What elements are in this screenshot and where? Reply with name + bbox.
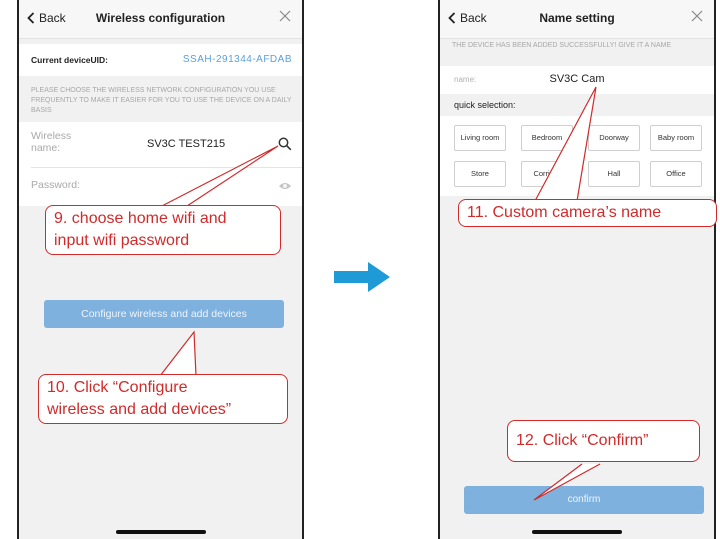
chip-office[interactable]: Office (650, 161, 702, 187)
callout-step-12: 12. Click “Confirm” (507, 420, 700, 462)
configure-wireless-button[interactable]: Configure wireless and add devices (44, 300, 284, 328)
uid-value: SSAH-291344-AFDAB (182, 54, 292, 65)
chip-baby-room[interactable]: Baby room (650, 125, 702, 151)
device-name-row: name: SV3C Cam (440, 66, 714, 94)
callout-step-10: 10. Click “Configure wireless and add de… (38, 374, 288, 424)
page-title: Name setting (539, 11, 615, 25)
search-icon[interactable] (278, 137, 292, 151)
eye-icon[interactable] (278, 181, 292, 191)
device-name-input[interactable]: SV3C Cam (440, 73, 714, 85)
chip-store[interactable]: Store (454, 161, 506, 187)
wireless-name-label: Wireless name: (31, 130, 72, 154)
chip-living-room[interactable]: Living room (454, 125, 506, 151)
added-success-message: THE DEVICE HAS BEEN ADDED SUCCESSFULLY! … (452, 42, 672, 49)
password-label: Password: (31, 179, 81, 191)
quick-selection-label: quick selection: (454, 100, 516, 110)
chip-bedroom[interactable]: Bedroom (521, 125, 573, 151)
wireless-hint-text: PLEASE CHOOSE THE WIRELESS NETWORK CONFI… (31, 87, 292, 114)
wireless-configuration-screen: Back Wireless configuration Current devi… (17, 0, 304, 539)
uid-label: Current deviceUID: (31, 55, 108, 65)
divider (31, 167, 302, 168)
arrow-right-icon (334, 262, 390, 292)
callout-step-11: 11. Custom camera’s name (458, 199, 717, 227)
confirm-button[interactable]: confirm (464, 486, 704, 514)
chip-hall[interactable]: Hall (588, 161, 640, 187)
navbar: Back Name setting (440, 0, 714, 39)
page-title: Wireless configuration (95, 11, 226, 25)
close-icon[interactable] (690, 9, 704, 23)
device-uid-row: Current deviceUID: SSAH-291344-AFDAB (19, 44, 302, 76)
navbar: Back Wireless configuration (19, 0, 302, 39)
password-field[interactable] (147, 174, 272, 196)
chip-corridor[interactable]: Corridor (521, 161, 573, 187)
callout-step-9: 9. choose home wifi and input wifi passw… (45, 205, 281, 255)
home-indicator (115, 530, 206, 534)
quick-selection-chips: Living room Bedroom Doorway Baby room St… (440, 116, 714, 196)
wifi-form: Wireless name: SV3C TEST215 Password: (19, 122, 302, 206)
close-icon[interactable] (278, 9, 292, 23)
home-indicator (532, 530, 622, 534)
wireless-name-field[interactable]: SV3C TEST215 (147, 138, 225, 150)
chip-doorway[interactable]: Doorway (588, 125, 640, 151)
